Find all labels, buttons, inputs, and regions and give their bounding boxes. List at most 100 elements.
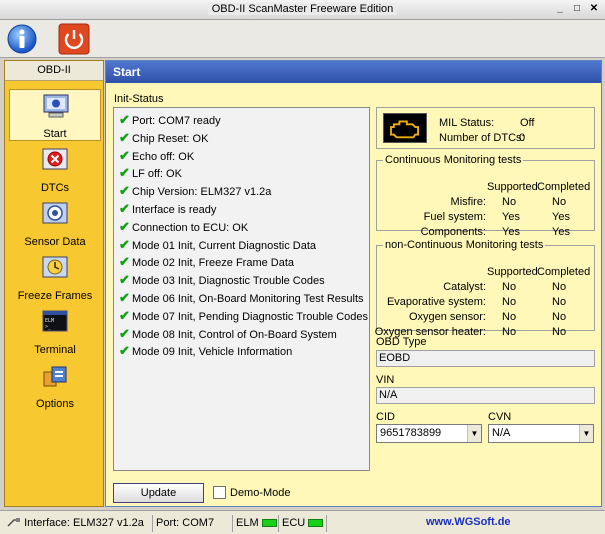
sidebar-item-label: Options: [36, 398, 74, 410]
list-item: ✔ Mode 03 Init, Diagnostic Trouble Codes: [114, 271, 369, 289]
cid-select[interactable]: 9651783899 ▼: [376, 424, 482, 443]
mil-status-value: Off: [520, 117, 535, 129]
checkmark-icon: ✔: [119, 147, 130, 163]
row-label: Fuel system:: [423, 211, 486, 223]
sidebar-item-label: Freeze Frames: [17, 290, 93, 302]
title-bar: OBD-II ScanMaster Freeware Edition _ □ ✕: [0, 0, 605, 20]
row-supported: No: [502, 296, 517, 308]
row-label: Misfire:: [450, 196, 486, 208]
checkmark-icon: ✔: [119, 112, 130, 127]
list-item: ✔ Mode 06 Init, On-Board Monitoring Test …: [114, 289, 369, 307]
noncontinuous-monitoring-group: non-Continuous Monitoring tests Supporte…: [375, 239, 595, 338]
toolbar: [0, 20, 605, 58]
init-status-text: LF off: OK: [132, 168, 182, 181]
continuous-supported-header: Supported: [487, 181, 538, 193]
sidebar-header: OBD-II: [5, 61, 103, 81]
list-item: ✔ Interface is ready: [114, 200, 369, 218]
status-ecu: ECU: [279, 515, 327, 532]
close-button[interactable]: ✕: [587, 3, 601, 16]
sidebar-item-label: Start: [43, 128, 67, 140]
vin-field[interactable]: N/A: [376, 387, 595, 404]
sidebar-item-sensor-data[interactable]: Sensor Data: [9, 198, 101, 250]
sidebar-item-freeze-frames[interactable]: Freeze Frames: [9, 252, 101, 304]
sidebar-item-start[interactable]: Start: [9, 89, 101, 141]
list-item: ✔ Chip Version: ELM327 v1.2a: [114, 182, 369, 200]
ecu-led-indicator: [308, 519, 324, 528]
list-item: ✔ Mode 09 Init, Vehicle Information: [114, 342, 369, 360]
row-completed: No: [552, 296, 567, 308]
status-ecu-text: ECU: [282, 517, 306, 529]
sidebar-item-label: Terminal: [34, 344, 76, 356]
init-status-list: ✔ Port: COM7 ready ✔ Chip Reset: OK ✔ Echo of…: [113, 107, 370, 471]
row-supported: No: [502, 311, 517, 323]
sidebar-item-label: DTCs: [40, 182, 70, 194]
cvn-select[interactable]: N/A ▼: [488, 424, 594, 443]
row-supported: No: [502, 281, 517, 293]
continuous-monitoring-title: Continuous Monitoring tests: [385, 154, 522, 166]
checkmark-icon: ✔: [119, 307, 130, 323]
page-title: Start: [106, 61, 601, 83]
row-completed: No: [552, 281, 567, 293]
options-icon: [43, 366, 67, 387]
mil-status-label: MIL Status:: [439, 117, 495, 129]
list-item: ✔ Chip Reset: OK: [114, 129, 369, 147]
checkmark-icon: ✔: [119, 165, 130, 181]
init-status-text: Echo off: OK: [132, 150, 195, 163]
cable-icon: [7, 518, 20, 527]
cvn-value: N/A: [492, 427, 511, 439]
sidebar-item-terminal[interactable]: ELM >_ Terminal: [9, 306, 101, 358]
init-status-text: Mode 09 Init, Vehicle Information: [132, 346, 293, 359]
row-completed: Yes: [552, 226, 570, 238]
status-interface: Interface: ELM327 v1.2a: [4, 515, 153, 532]
list-item: ✔ Mode 02 Init, Freeze Frame Data: [114, 253, 369, 271]
checkmark-icon: ✔: [119, 236, 130, 252]
list-item: ✔ Mode 07 Init, Pending Diagnostic Troubl…: [114, 307, 369, 325]
continuous-completed-header: Completed: [537, 181, 591, 193]
svg-text:>_: >_: [45, 324, 52, 330]
minimize-button[interactable]: _: [553, 3, 567, 16]
chevron-down-icon[interactable]: ▼: [579, 425, 593, 442]
info-icon[interactable]: [6, 23, 38, 55]
checkmark-icon: ✔: [119, 200, 130, 216]
website-link[interactable]: www.WGSoft.de: [426, 516, 511, 528]
row-completed: No: [552, 326, 567, 338]
row-supported: No: [502, 326, 517, 338]
list-item: ✔ LF off: OK: [114, 164, 369, 182]
row-completed: No: [552, 196, 567, 208]
init-status-text: Connection to ECU: OK: [132, 221, 249, 234]
row-label: Catalyst:: [443, 281, 486, 293]
status-elm: ELM: [233, 515, 279, 532]
vin-label: VIN: [376, 374, 395, 386]
cvn-label: CVN: [488, 411, 512, 423]
sidebar-item-options[interactable]: Options: [9, 360, 101, 412]
list-item: ✔ Mode 08 Init, Control of On-Board Syste…: [114, 325, 369, 343]
init-status-text: Chip Reset: OK: [132, 132, 209, 145]
continuous-monitoring-group: Continuous Monitoring tests Supported Co…: [376, 154, 595, 238]
row-completed: Yes: [552, 211, 570, 223]
cid-label: CID: [376, 411, 395, 423]
window-title: OBD-II ScanMaster Freeware Edition: [207, 3, 398, 15]
dtc-count-value: 0: [519, 132, 526, 144]
power-icon[interactable]: [58, 23, 90, 55]
row-label: Evaporative system:: [386, 296, 486, 308]
sidebar-item-dtcs[interactable]: DTCs: [9, 144, 101, 196]
row-supported: Yes: [502, 226, 520, 238]
dtc-count-label: Number of DTCs:: [439, 132, 525, 144]
checkmark-icon: ✔: [119, 289, 130, 305]
checkmark-icon: ✔: [119, 183, 130, 199]
demo-mode-checkbox[interactable]: [213, 486, 226, 499]
init-status-text: Mode 07 Init, Pending Diagnostic Trouble…: [132, 310, 369, 323]
noncontinuous-monitoring-title: non-Continuous Monitoring tests: [385, 239, 544, 251]
main-panel: Start Init-Status ✔ Port: COM7 ready ✔ Chip…: [105, 60, 602, 507]
chevron-down-icon[interactable]: ▼: [467, 425, 481, 442]
noncontinuous-completed-header: Completed: [537, 266, 591, 278]
update-button[interactable]: Update: [113, 483, 204, 503]
init-status-text: Mode 06 Init, On-Board Monitoring Test R…: [132, 292, 364, 305]
obd-type-field[interactable]: EOBD: [376, 350, 595, 367]
status-bar: Interface: ELM327 v1.2a Port: COM7 ELM E…: [0, 510, 605, 534]
list-item: ✔ Mode 01 Init, Current Diagnostic Data: [114, 236, 369, 254]
maximize-button[interactable]: □: [570, 3, 584, 16]
list-item: ✔ Echo off: OK: [114, 147, 369, 165]
cid-value: 9651783899: [380, 427, 442, 439]
mil-panel: MIL Status: Off Number of DTCs: 0: [376, 107, 595, 149]
